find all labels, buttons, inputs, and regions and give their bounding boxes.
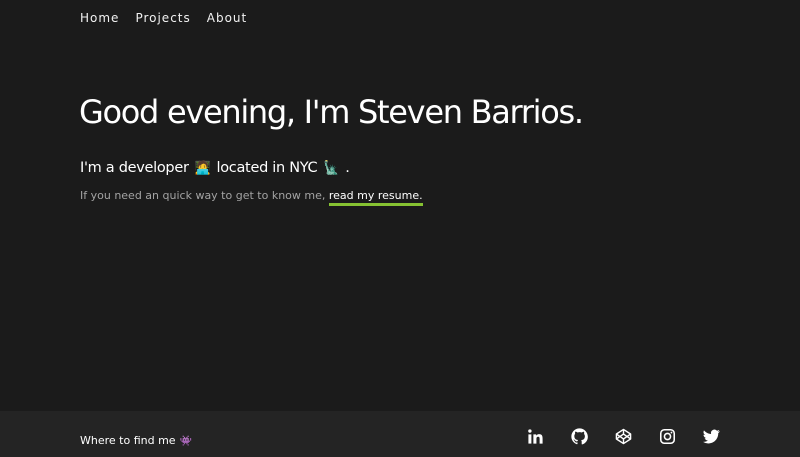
- top-nav: Home Projects About: [80, 11, 247, 25]
- subline-location-text: located in NYC: [216, 160, 318, 176]
- footer: Where to find me 👾: [0, 411, 800, 457]
- codepen-icon: [615, 428, 632, 445]
- intro-paragraph: If you need an quick way to get to know …: [80, 189, 423, 206]
- instagram-icon: [659, 428, 676, 445]
- developer-emoji-icon: 🧑‍💻: [194, 160, 211, 176]
- alien-emoji-icon: 👾: [179, 436, 193, 447]
- subline-developer-text: I'm a developer: [80, 160, 189, 176]
- resume-link[interactable]: read my resume.: [328, 189, 423, 206]
- linkedin-icon: [528, 429, 543, 444]
- twitter-link[interactable]: [703, 428, 720, 445]
- instagram-link[interactable]: [659, 428, 676, 445]
- linkedin-link[interactable]: [527, 428, 544, 445]
- intro-text: If you need an quick way to get to know …: [80, 189, 326, 202]
- nav-projects-link[interactable]: Projects: [135, 11, 190, 25]
- hero-subline: I'm a developer 🧑‍💻 located in NYC 🗽 .: [80, 160, 350, 176]
- find-me-label: Where to find me 👾: [80, 434, 192, 447]
- twitter-icon: [703, 429, 720, 444]
- hero-title: Good evening, I'm Steven Barrios.: [79, 93, 584, 131]
- github-link[interactable]: [571, 428, 588, 445]
- statue-of-liberty-icon: 🗽: [323, 160, 340, 176]
- find-me-text: Where to find me: [80, 434, 176, 447]
- nav-home-link[interactable]: Home: [80, 11, 119, 25]
- nav-about-link[interactable]: About: [207, 11, 247, 25]
- subline-period: .: [345, 160, 350, 176]
- social-links: [527, 428, 720, 445]
- github-icon: [571, 428, 588, 445]
- codepen-link[interactable]: [615, 428, 632, 445]
